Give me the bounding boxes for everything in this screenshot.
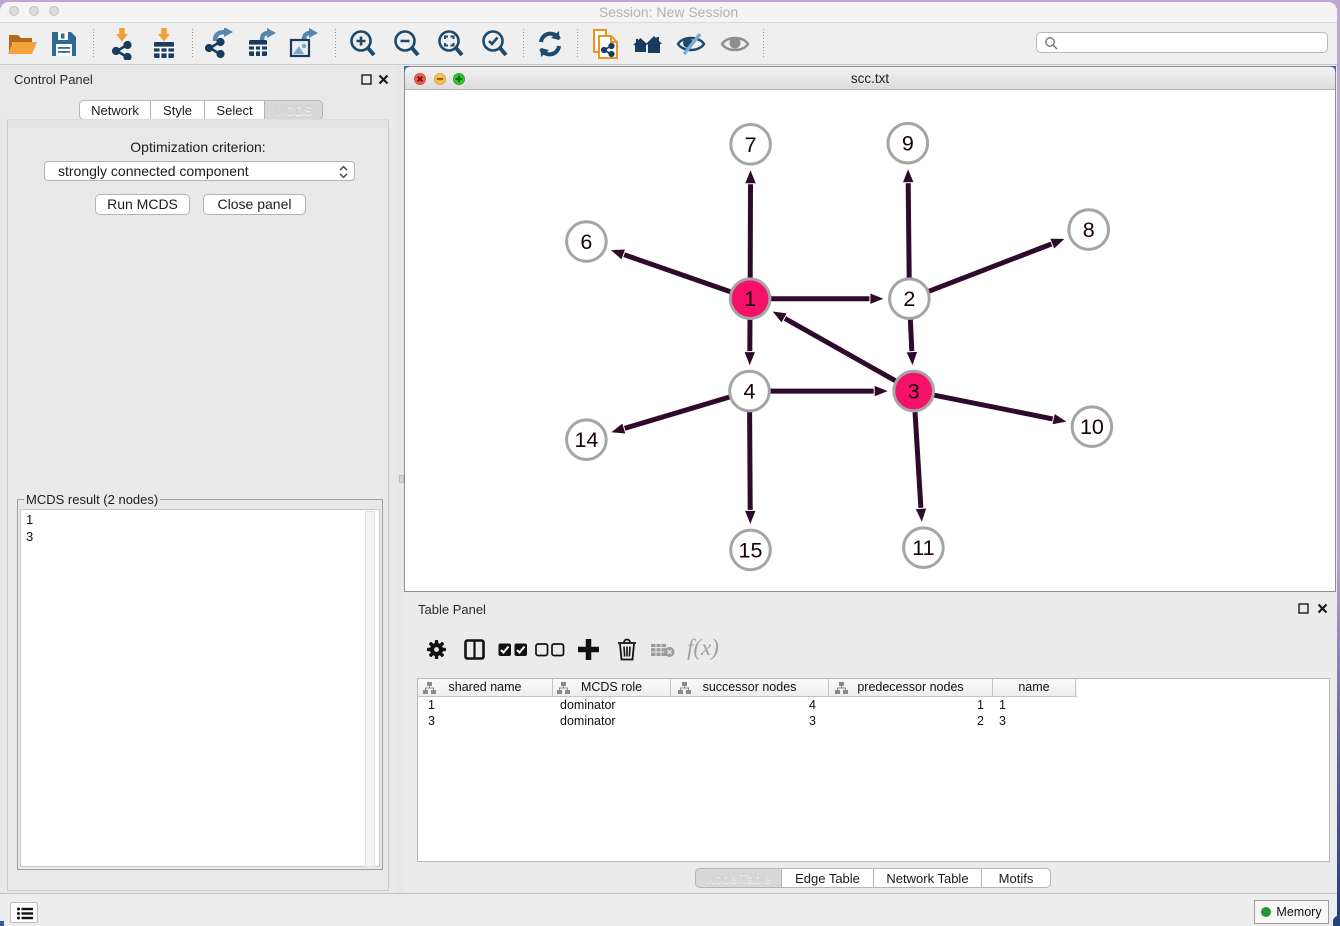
svg-text:10: 10 xyxy=(1080,415,1104,439)
svg-text:11: 11 xyxy=(912,536,934,560)
svg-text:4: 4 xyxy=(744,380,756,404)
svg-text:15: 15 xyxy=(739,538,763,562)
svg-text:3: 3 xyxy=(908,380,920,404)
svg-text:14: 14 xyxy=(574,428,598,452)
svg-text:1: 1 xyxy=(744,287,756,311)
svg-text:8: 8 xyxy=(1083,218,1095,242)
svg-text:2: 2 xyxy=(903,287,915,311)
svg-text:6: 6 xyxy=(580,230,592,254)
svg-text:9: 9 xyxy=(902,132,914,156)
svg-text:7: 7 xyxy=(745,133,757,157)
